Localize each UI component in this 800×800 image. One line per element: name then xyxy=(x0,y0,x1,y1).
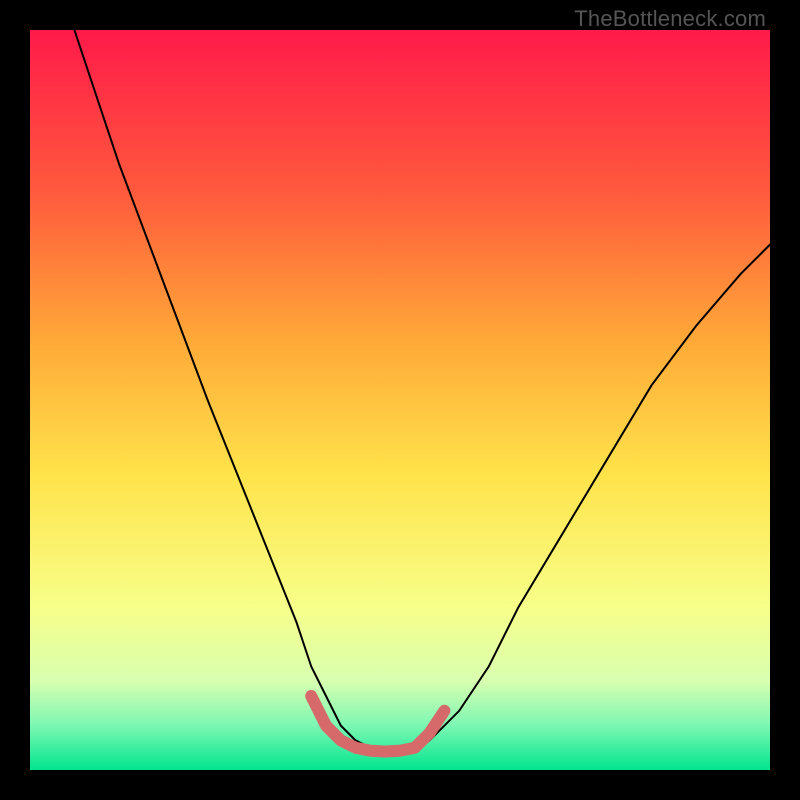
chart-svg xyxy=(30,30,770,770)
watermark-text: TheBottleneck.com xyxy=(574,6,766,32)
chart-frame: TheBottleneck.com xyxy=(0,0,800,800)
gradient-background xyxy=(30,30,770,770)
plot-area xyxy=(30,30,770,770)
